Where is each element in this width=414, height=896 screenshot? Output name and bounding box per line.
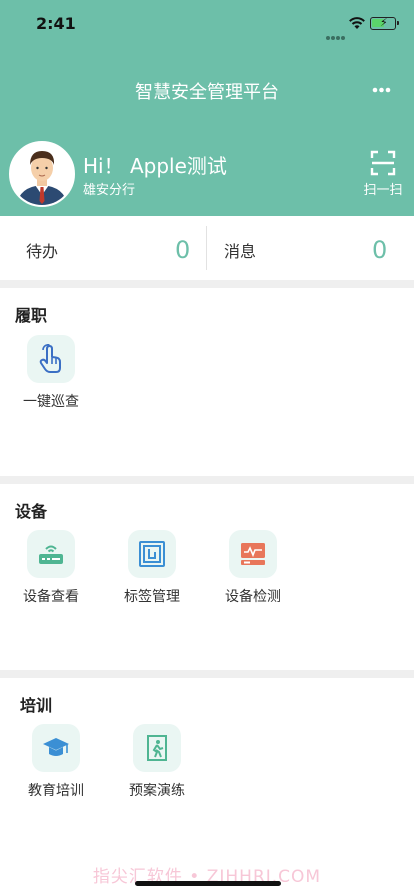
ellipsis-icon [372, 87, 391, 93]
monitor-icon [241, 543, 265, 565]
user-branch: 雄安分行 [83, 183, 136, 198]
section-title: 履职 [15, 306, 48, 325]
section-divider [0, 280, 414, 288]
todo-label: 待办 [26, 242, 59, 261]
section-title: 设备 [15, 502, 48, 521]
section-divider [0, 670, 414, 678]
tile-label: 预案演练 [129, 783, 185, 799]
scan-label: 扫一扫 [363, 183, 403, 198]
scan-button[interactable]: 扫一扫 [358, 150, 408, 198]
status-time: 2:41 [36, 14, 76, 33]
message-label: 消息 [224, 242, 257, 261]
tile-patrol[interactable]: 一键巡查 [11, 335, 91, 411]
wifi-icon [349, 17, 365, 29]
summary-bar: 待办 0 消息 0 [0, 216, 414, 280]
tap-hand-icon [39, 344, 61, 373]
user-avatar-icon [11, 143, 73, 205]
section-title: 培训 [20, 696, 53, 715]
tile-label: 设备检测 [225, 589, 281, 605]
page-title: 智慧安全管理平台 [135, 82, 279, 103]
tag-icon [139, 541, 165, 567]
cellular-signal-icon [326, 25, 346, 40]
tile-label: 教育培训 [28, 783, 84, 799]
message-cell[interactable]: 消息 0 [207, 216, 414, 280]
tile-label: 设备查看 [23, 589, 79, 605]
tile-drill[interactable]: 预案演练 [117, 724, 197, 800]
home-indicator[interactable] [135, 881, 281, 886]
tile-education[interactable]: 教育培训 [16, 724, 96, 800]
tile-label: 标签管理 [124, 589, 180, 605]
battery-icon: ⚡ [370, 16, 399, 30]
graduation-cap-icon [43, 738, 69, 756]
section-divider [0, 476, 414, 484]
status-bar: 2:41 ⚡ [0, 0, 414, 48]
scan-icon [370, 150, 396, 176]
header: 2:41 ⚡ 智慧安全管理平台 Hi！ Apple测试 雄安分行 扫一扫 [0, 0, 414, 216]
message-count: 0 [372, 236, 388, 264]
avatar[interactable] [9, 141, 75, 207]
duty-section: 履职 一键巡查 [0, 288, 414, 476]
tile-device-check[interactable]: 设备检测 [213, 530, 293, 606]
todo-count: 0 [175, 236, 191, 264]
tile-label: 一键巡查 [23, 394, 79, 410]
emergency-exit-icon [147, 735, 167, 761]
tile-device-view[interactable]: 设备查看 [11, 530, 91, 606]
user-greeting: Hi！ Apple测试 [83, 154, 227, 178]
tile-tag-manage[interactable]: 标签管理 [112, 530, 192, 606]
todo-cell[interactable]: 待办 0 [0, 216, 206, 280]
device-section: 设备 设备查看 标签管理 设备检测 [0, 484, 414, 670]
more-button[interactable] [366, 78, 396, 102]
router-icon [39, 545, 63, 564]
